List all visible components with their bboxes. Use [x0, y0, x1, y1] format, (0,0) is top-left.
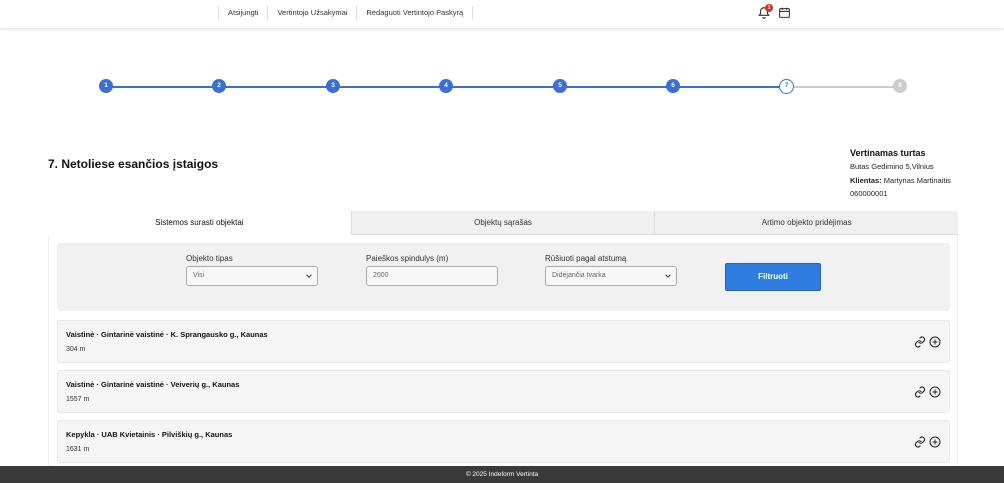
footer-text: © 2025 Indeform Vertinta — [465, 471, 539, 478]
result-row: Vaistinė · Gintarinė vaistinė · Veiverių… — [57, 370, 950, 413]
filter-button[interactable]: Filtruoti — [725, 263, 821, 291]
chevron-down-icon — [306, 274, 312, 278]
radius-label: Paieškos spindulys (m) — [366, 254, 449, 263]
radius-input[interactable]: 2000 — [366, 266, 498, 286]
asset-info: Vertinamas turtas Butas Gedimino 5,Vilni… — [850, 146, 951, 201]
result-distance: 304 m — [66, 346, 86, 353]
type-select[interactable]: Visi — [186, 266, 318, 286]
page-title: 7. Netoliese esančios įstaigos — [48, 157, 219, 171]
asset-title: Vertinamas turtas — [850, 148, 926, 158]
tab-bar: Sistemos surasti objektai Objektų sąraša… — [48, 211, 959, 235]
step-4[interactable]: 4 — [439, 79, 453, 93]
footer: © 2025 Indeform Vertinta — [0, 466, 1004, 483]
step-5[interactable]: 5 — [553, 79, 567, 93]
type-label: Objekto tipas — [186, 254, 233, 263]
result-title: Vaistinė · Gintarinė vaistinė · K. Spran… — [66, 330, 268, 339]
asset-client: Klientas: Martynas Martinaitis — [850, 174, 951, 188]
result-title: Kepykla · UAB Kvietainis · Pilviškių g.,… — [66, 430, 233, 439]
result-row: Kepykla · UAB Kvietainis · Pilviškių g.,… — [57, 420, 950, 463]
client-name: Martynas Martinaitis — [883, 175, 951, 185]
top-nav: Atsijungti Vertintojo Užsakymai Redaguot… — [218, 6, 474, 20]
asset-address: Butas Gedimino 5,Vilnius — [850, 162, 934, 171]
step-7-current[interactable]: 7 — [779, 79, 794, 94]
client-label: Klientas: — [850, 175, 882, 185]
notification-badge: 1 — [765, 4, 773, 12]
link-icon[interactable] — [914, 386, 926, 398]
stepper-track-remaining — [787, 86, 902, 88]
type-select-value: Visi — [193, 272, 205, 279]
sort-select[interactable]: Didėjančia tvarka — [545, 266, 677, 286]
nav-orders-link[interactable]: Vertintojo Užsakymai — [267, 6, 356, 20]
step-6[interactable]: 6 — [666, 79, 680, 93]
result-distance: 1631 m — [66, 446, 90, 453]
add-circle-icon[interactable] — [929, 336, 941, 348]
sort-select-value: Didėjančia tvarka — [552, 272, 606, 279]
step-3[interactable]: 3 — [326, 79, 340, 93]
add-circle-icon[interactable] — [929, 436, 941, 448]
tab-system-found[interactable]: Sistemos surasti objektai — [48, 211, 351, 235]
tab-add-nearby[interactable]: Artimo objekto pridėjimas — [654, 211, 959, 235]
top-bar: Atsijungti Vertintojo Užsakymai Redaguot… — [0, 0, 1004, 28]
calendar-icon[interactable] — [778, 6, 791, 19]
step-1[interactable]: 1 — [99, 79, 113, 93]
add-circle-icon[interactable] — [929, 386, 941, 398]
link-icon[interactable] — [914, 436, 926, 448]
result-row: Vaistinė · Gintarinė vaistinė · K. Spran… — [57, 320, 950, 363]
tab-object-list[interactable]: Objektų sąrašas — [350, 211, 655, 235]
result-title: Vaistinė · Gintarinė vaistinė · Veiverių… — [66, 380, 240, 389]
radius-input-value: 2000 — [373, 272, 389, 279]
nav-edit-profile-link[interactable]: Redaguoti Vertintojo Paskyrą — [356, 6, 474, 20]
link-icon[interactable] — [914, 336, 926, 348]
asset-code: 060000001 — [850, 189, 888, 198]
sort-label: Rūšiuoti pagal atstumą — [545, 254, 627, 263]
nav-logout-link[interactable]: Atsijungti — [218, 6, 267, 20]
step-8[interactable]: 8 — [893, 79, 907, 93]
chevron-down-icon — [665, 274, 671, 278]
step-2[interactable]: 2 — [212, 79, 226, 93]
result-distance: 1557 m — [66, 396, 90, 403]
